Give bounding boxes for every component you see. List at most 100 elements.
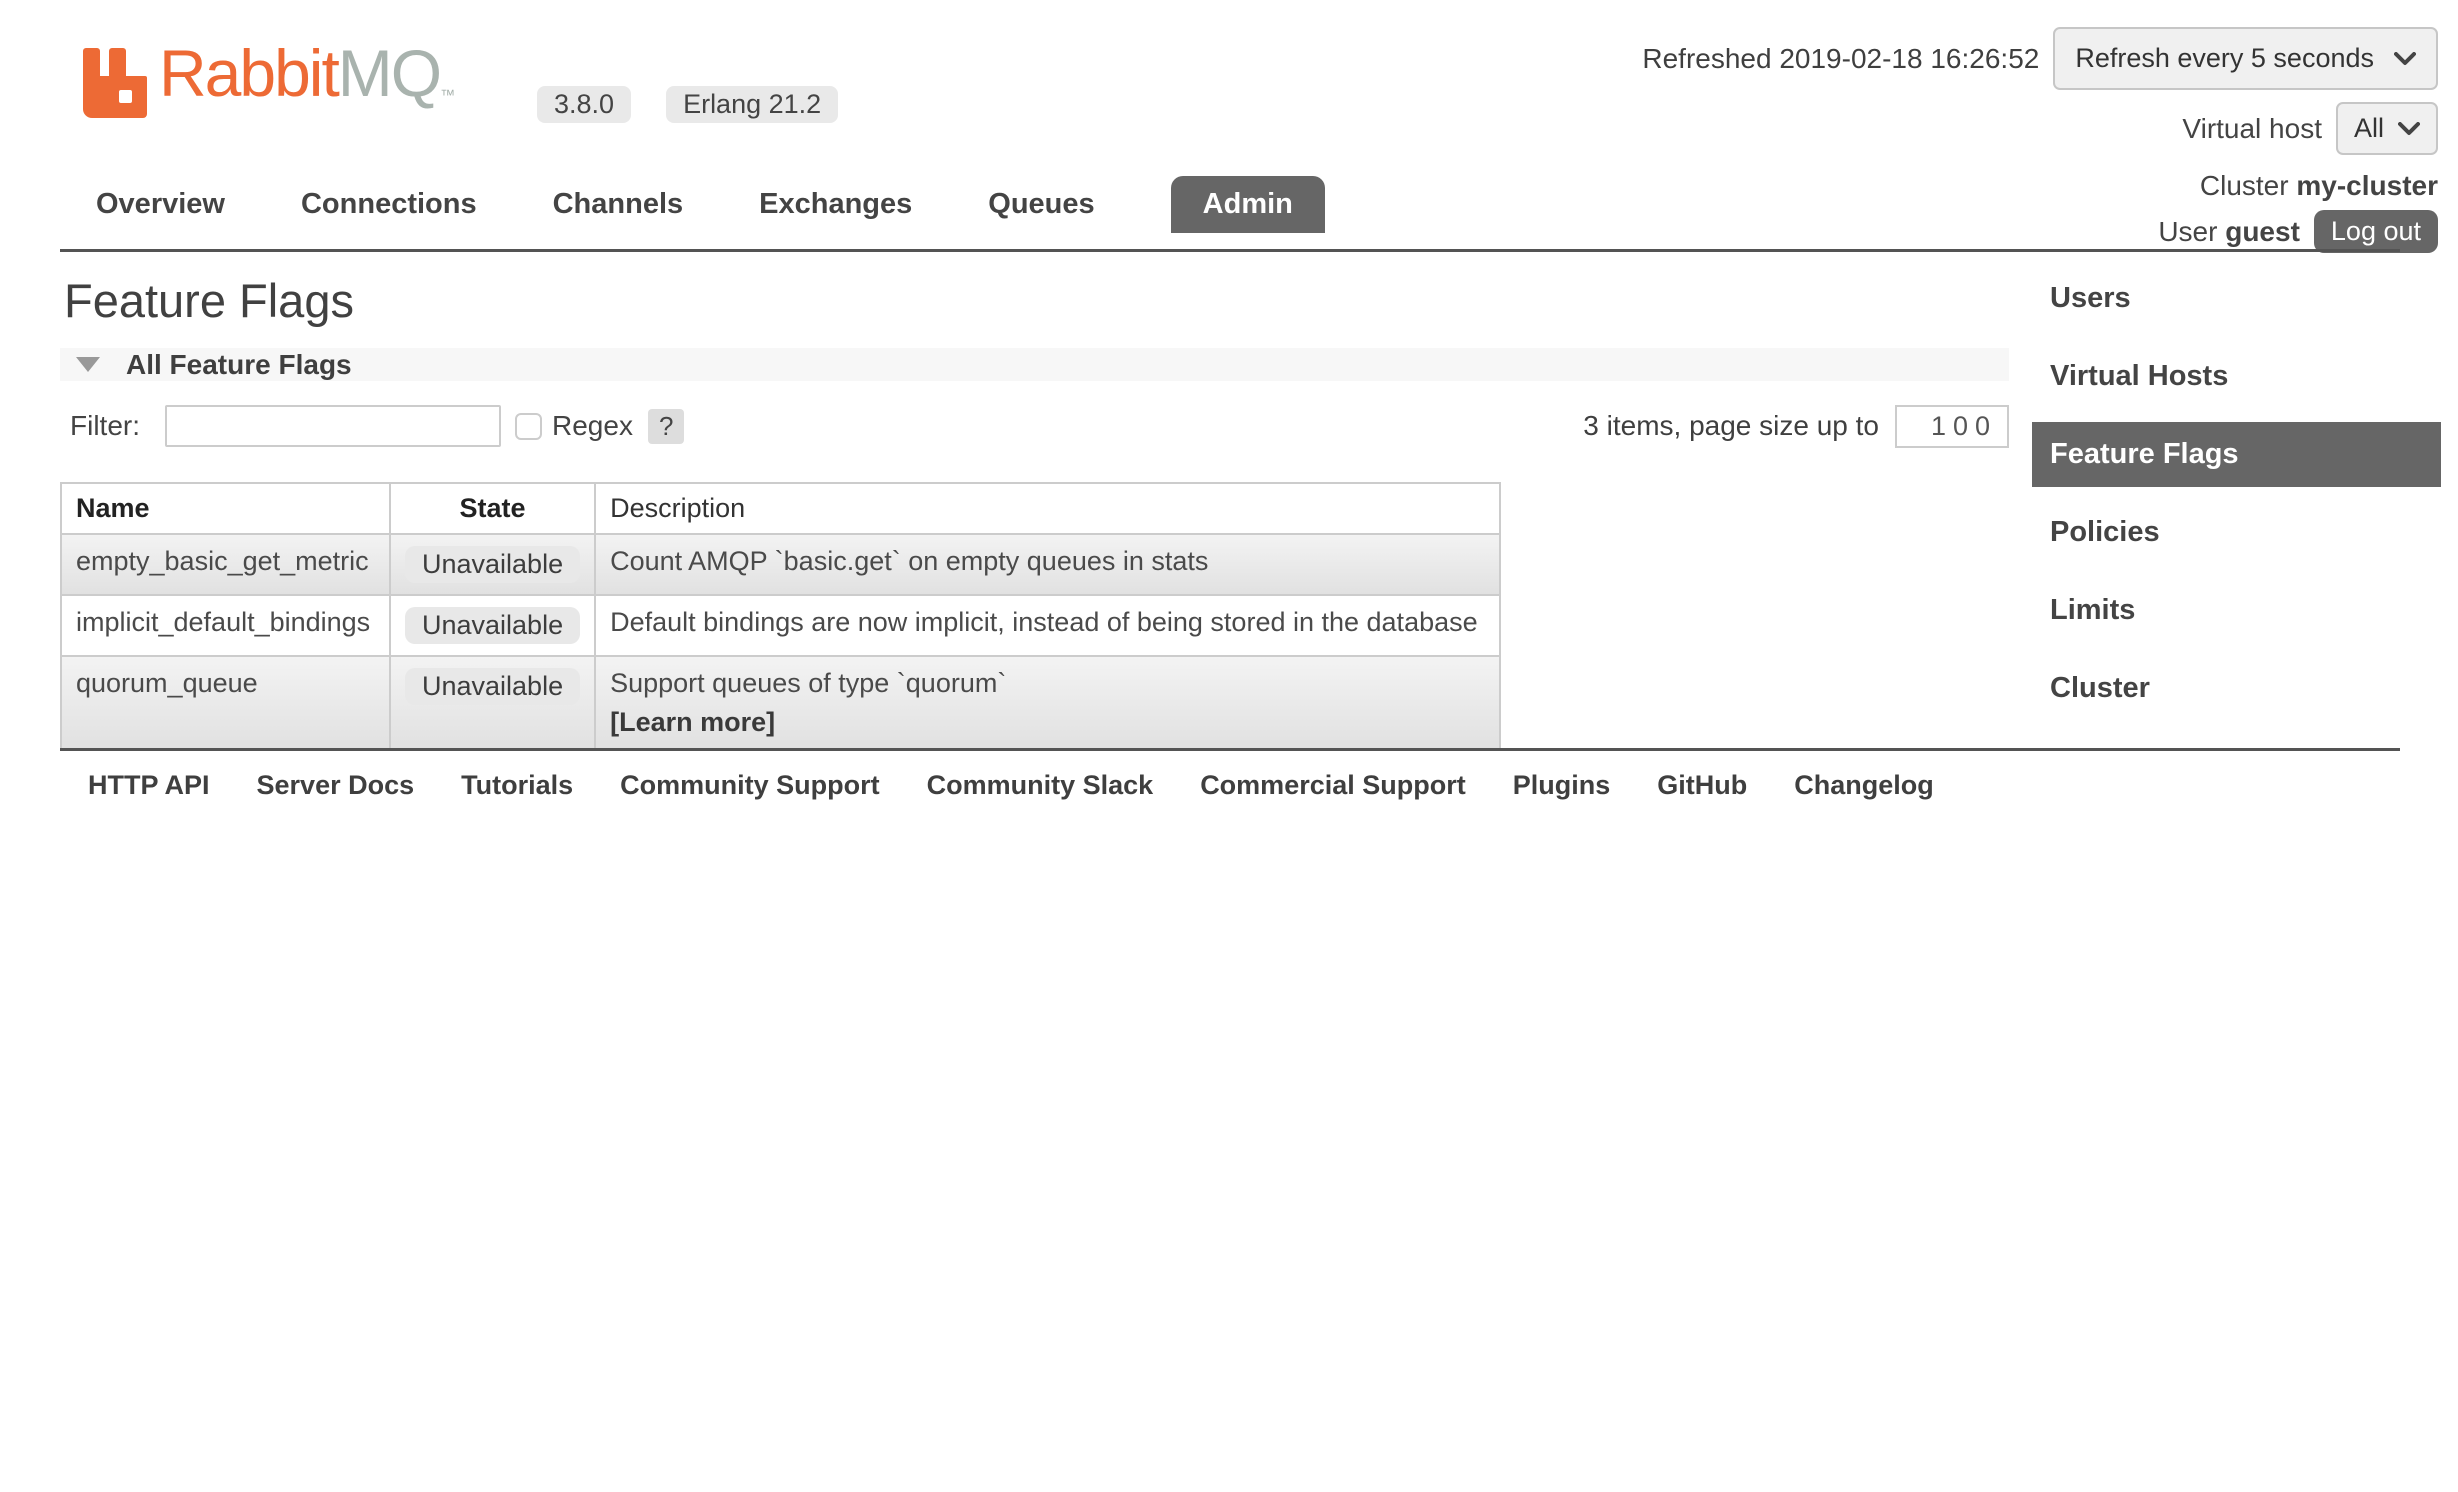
logout-button[interactable]: Log out — [2314, 210, 2438, 253]
sidebar-item-label: Policies — [2050, 516, 2160, 548]
refresh-interval-select[interactable]: Refresh every 5 seconds — [2053, 27, 2438, 90]
user-name: guest — [2225, 216, 2300, 248]
cluster-row: Cluster my-cluster — [2200, 170, 2438, 202]
nav-tab-label: Exchanges — [759, 188, 912, 220]
footer-link-label: Tutorials — [461, 770, 573, 800]
sidebar-item[interactable]: Users — [2032, 266, 2441, 331]
footer-link[interactable]: HTTP API — [88, 770, 210, 801]
feature-flag-description: Support queues of type `quorum` — [610, 668, 1485, 699]
footer-link[interactable]: Changelog — [1794, 770, 1934, 801]
header-divider — [60, 249, 2400, 252]
feature-flag-name: quorum_queue — [61, 656, 390, 750]
footer-link[interactable]: Server Docs — [257, 770, 415, 801]
nav-tab-label: Connections — [301, 188, 477, 220]
rabbitmq-management-page: RabbitMQ™ 3.8.0 Erlang 21.2 Refreshed 20… — [0, 0, 2458, 1492]
rabbitmq-version-badge: 3.8.0 — [537, 86, 631, 123]
learn-more-link[interactable]: [Learn more] — [610, 707, 1485, 738]
nav-tab[interactable]: Connections — [301, 188, 477, 221]
chevron-down-icon — [2394, 52, 2416, 66]
logo-mq-text: MQ — [338, 36, 440, 110]
feature-flag-state-cell: Unavailable — [390, 595, 595, 656]
footer-link[interactable]: Plugins — [1513, 770, 1611, 801]
sidebar-item-label: Limits — [2050, 594, 2135, 626]
footer-link-label: Changelog — [1794, 770, 1934, 800]
footer-link-label: Community Slack — [927, 770, 1154, 800]
footer-divider — [60, 748, 2400, 751]
rabbitmq-logo[interactable]: RabbitMQ™ — [83, 38, 455, 131]
feature-flag-description-cell: Default bindings are now implicit, inste… — [595, 595, 1500, 656]
filter-input[interactable] — [165, 405, 501, 447]
refreshed-timestamp: Refreshed 2019-02-18 16:26:52 — [1642, 43, 2039, 75]
feature-flag-name: implicit_default_bindings — [61, 595, 390, 656]
refresh-row: Refreshed 2019-02-18 16:26:52 Refresh ev… — [1642, 27, 2438, 90]
pagination-controls: 3 items, page size up to — [1583, 405, 2009, 448]
cluster-name: my-cluster — [2296, 170, 2438, 202]
sidebar-item-label: Users — [2050, 282, 2131, 314]
items-summary: 3 items, page size up to — [1583, 410, 1879, 442]
footer-link[interactable]: Tutorials — [461, 770, 573, 801]
nav-tab-label: Admin — [1203, 188, 1293, 221]
user-row: User guest Log out — [2158, 210, 2438, 253]
column-header-state: State — [390, 483, 595, 534]
footer-link-label: Plugins — [1513, 770, 1611, 800]
chevron-down-icon — [2398, 122, 2420, 136]
page-size-input[interactable] — [1895, 405, 2009, 448]
virtual-host-row: Virtual host All — [2182, 102, 2438, 155]
sidebar-item[interactable]: Virtual Hosts — [2032, 344, 2441, 409]
user-label: User — [2158, 216, 2217, 248]
footer-links: HTTP API Server Docs Tutorials Community… — [88, 770, 1934, 801]
regex-label: Regex — [552, 410, 633, 442]
nav-tab-label: Channels — [553, 188, 684, 220]
section-title: All Feature Flags — [126, 349, 352, 381]
collapse-triangle-icon — [76, 357, 100, 372]
nav-tab[interactable]: Queues — [988, 188, 1094, 221]
feature-flag-description: Count AMQP `basic.get` on empty queues i… — [610, 546, 1485, 577]
virtual-host-value: All — [2354, 113, 2384, 144]
cluster-label: Cluster — [2200, 170, 2289, 202]
footer-link[interactable]: Commercial Support — [1200, 770, 1466, 801]
feature-flag-description: Default bindings are now implicit, inste… — [610, 607, 1485, 638]
state-badge: Unavailable — [405, 668, 580, 705]
sidebar-item-label: Feature Flags — [2050, 438, 2239, 470]
virtual-host-label: Virtual host — [2182, 113, 2322, 145]
footer-link-label: Community Support — [620, 770, 879, 800]
column-header-description: Description — [595, 483, 1500, 534]
footer-link[interactable]: Community Support — [620, 770, 879, 801]
feature-flag-state-cell: Unavailable — [390, 656, 595, 750]
table-row: empty_basic_get_metric Unavailable Count… — [61, 534, 1500, 595]
nav-tab[interactable]: Exchanges — [759, 188, 912, 221]
rabbitmq-rabbit-icon — [83, 48, 147, 118]
nav-tab-label: Overview — [96, 188, 225, 220]
sidebar-item[interactable]: Cluster — [2032, 656, 2441, 721]
sidebar-item[interactable]: Feature Flags — [2032, 422, 2441, 487]
page-title: Feature Flags — [64, 272, 354, 330]
sidebar-item[interactable]: Limits — [2032, 578, 2441, 643]
table-header-row: Name State Description — [61, 483, 1500, 534]
table-row: quorum_queue Unavailable Support queues … — [61, 656, 1500, 750]
sidebar-item-label: Cluster — [2050, 672, 2150, 704]
nav-tab[interactable]: Overview — [96, 188, 225, 221]
sidebar-item[interactable]: Policies — [2032, 500, 2441, 565]
nav-tab-label: Queues — [988, 188, 1094, 220]
logo-rabbit-text: Rabbit — [159, 36, 338, 110]
footer-link[interactable]: Community Slack — [927, 770, 1154, 801]
virtual-host-select[interactable]: All — [2336, 102, 2438, 155]
footer-link[interactable]: GitHub — [1657, 770, 1747, 801]
state-badge: Unavailable — [405, 607, 580, 644]
table-row: implicit_default_bindings Unavailable De… — [61, 595, 1500, 656]
refresh-interval-value: Refresh every 5 seconds — [2075, 43, 2374, 74]
regex-help-icon[interactable]: ? — [648, 409, 684, 444]
regex-checkbox[interactable] — [515, 413, 542, 440]
nav-tab[interactable]: Channels — [553, 188, 684, 221]
footer-link-label: GitHub — [1657, 770, 1747, 800]
footer-link-label: HTTP API — [88, 770, 210, 800]
column-header-name: Name — [61, 483, 390, 534]
status-column: Refreshed 2019-02-18 16:26:52 Refresh ev… — [1642, 27, 2438, 253]
nav-tab[interactable]: Admin — [1171, 176, 1325, 233]
sidebar-item-label: Virtual Hosts — [2050, 360, 2228, 392]
all-feature-flags-section-header[interactable]: All Feature Flags — [60, 348, 2009, 381]
erlang-version-badge: Erlang 21.2 — [666, 86, 838, 123]
state-badge: Unavailable — [405, 546, 580, 583]
feature-flag-description-cell: Count AMQP `basic.get` on empty queues i… — [595, 534, 1500, 595]
version-badges: 3.8.0 Erlang 21.2 — [537, 86, 838, 123]
